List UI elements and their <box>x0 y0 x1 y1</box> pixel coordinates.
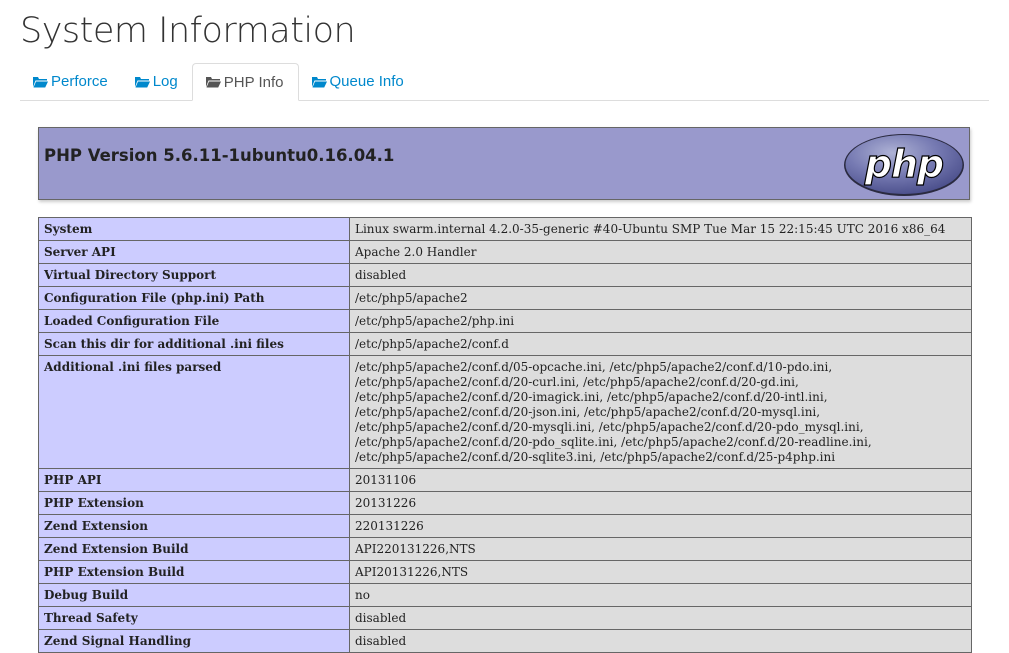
info-key: Virtual Directory Support <box>38 263 350 287</box>
info-key: PHP Extension <box>38 491 350 515</box>
tab-label: Perforce <box>51 73 108 90</box>
info-key: Debug Build <box>38 583 350 607</box>
info-key: Loaded Configuration File <box>38 309 350 333</box>
table-row: System Linux swarm.internal 4.2.0-35-gene… <box>38 217 972 241</box>
info-key: Zend Signal Handling <box>38 629 350 653</box>
tab-queue-info[interactable]: Queue Info <box>299 63 418 100</box>
info-key: Configuration File (php.ini) Path <box>38 286 350 310</box>
info-value: 20131106 <box>349 468 972 492</box>
svg-text:php: php <box>864 142 943 186</box>
info-key: Thread Safety <box>38 606 350 630</box>
info-key: PHP API <box>38 468 350 492</box>
table-row: Additional .ini files parsed/etc/php5/ap… <box>38 355 972 469</box>
info-value: /etc/php5/apache2/php.ini <box>349 309 972 333</box>
info-key: System <box>38 217 350 241</box>
info-key: Scan this dir for additional .ini files <box>38 332 350 356</box>
table-row: Loaded Configuration File/etc/php5/apach… <box>38 309 972 333</box>
info-value: disabled <box>349 263 972 287</box>
table-row: Debug Build no <box>38 583 972 607</box>
info-value: 220131226 <box>349 514 972 538</box>
info-value: /etc/php5/apache2/conf.d <box>349 332 972 356</box>
php-version-header: PHP Version 5.6.11-1ubuntu0.16.04.1 php <box>38 127 970 200</box>
table-row: PHP API 20131106 <box>38 468 972 492</box>
table-row: Scan this dir for additional .ini files /… <box>38 332 972 356</box>
tab-php-info[interactable]: PHP Info <box>191 63 299 101</box>
table-row: Server API Apache 2.0 Handler <box>38 240 972 264</box>
tab-bar: Perforce Log PHP Info Queue Info <box>20 63 989 101</box>
folder-open-icon <box>33 76 48 87</box>
info-value: no <box>349 583 972 607</box>
info-value: Apache 2.0 Handler <box>349 240 972 264</box>
info-value: /etc/php5/apache2 <box>349 286 972 310</box>
info-value: Linux swarm.internal 4.2.0-35-generic #4… <box>349 217 972 241</box>
table-row: Thread Safety disabled <box>38 606 972 630</box>
table-row: Zend Extension 220131226 <box>38 514 972 538</box>
folder-open-icon <box>134 76 150 87</box>
tab-log[interactable]: Log <box>122 63 192 100</box>
info-value: 20131226 <box>349 491 972 515</box>
table-row: PHP Extension 20131226 <box>38 491 972 515</box>
info-value: API20131226,NTS <box>349 560 972 584</box>
folder-open-icon <box>205 77 221 88</box>
info-key: Additional .ini files parsed <box>38 355 350 469</box>
tab-label: Log <box>152 73 178 90</box>
page-title: System Information <box>20 11 356 51</box>
folder-open-icon <box>311 76 327 87</box>
table-row: PHP Extension Build API20131226,NTS <box>38 560 972 584</box>
info-value: API220131226,NTS <box>349 537 972 561</box>
table-row: Configuration File (php.ini) Path/etc/ph… <box>38 286 972 310</box>
info-value: /etc/php5/apache2/conf.d/05-opcache.ini,… <box>349 355 972 469</box>
table-row: Zend Extension Build API220131226,NTS <box>38 537 972 561</box>
info-value: disabled <box>349 629 972 653</box>
info-key: PHP Extension Build <box>38 560 350 584</box>
php-logo: php <box>844 134 964 196</box>
table-row: Virtual Directory Support disabled <box>38 263 972 287</box>
tab-perforce[interactable]: Perforce <box>20 63 122 100</box>
info-value: disabled <box>349 606 972 630</box>
tab-label: Queue Info <box>329 73 404 90</box>
tab-label: PHP Info <box>223 73 284 91</box>
info-key: Zend Extension <box>38 514 350 538</box>
info-key: Zend Extension Build <box>38 537 350 561</box>
php-info-table: System Linux swarm.internal 4.2.0-35-gene… <box>38 217 972 653</box>
info-key: Server API <box>38 240 350 264</box>
php-version-title: PHP Version 5.6.11-1ubuntu0.16.04.1 <box>44 146 395 165</box>
table-row: Zend Signal Handling disabled <box>38 629 972 653</box>
